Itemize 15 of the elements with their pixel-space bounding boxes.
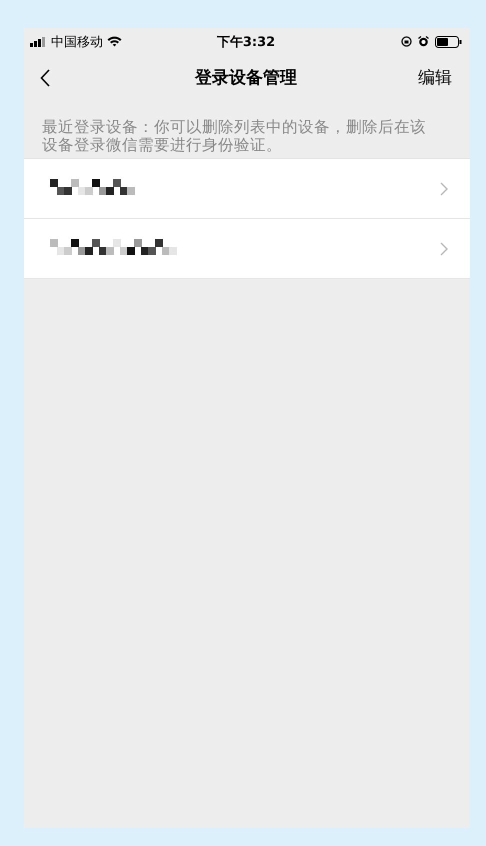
page-title: 登录设备管理 [195, 67, 297, 89]
status-time: 下午3:32 [216, 34, 276, 50]
signal-icon [30, 36, 47, 46]
alarm-icon [418, 36, 429, 47]
carrier-name: 中国移动 [51, 34, 103, 50]
back-icon[interactable] [40, 68, 50, 86]
chevron-icon [440, 242, 448, 256]
battery-icon [435, 36, 462, 48]
device-row[interactable] [24, 159, 470, 218]
wifi-icon [107, 36, 122, 47]
device-row[interactable] [24, 219, 470, 278]
edit-button[interactable]: 编辑 [418, 66, 452, 89]
rotation-lock-icon [401, 36, 412, 47]
hint-text: 最近登录设备：你可以删除列表中的设备，删除后在该设备登录微信需要进行身份验证。 [41, 117, 427, 156]
chevron-icon [440, 182, 448, 196]
